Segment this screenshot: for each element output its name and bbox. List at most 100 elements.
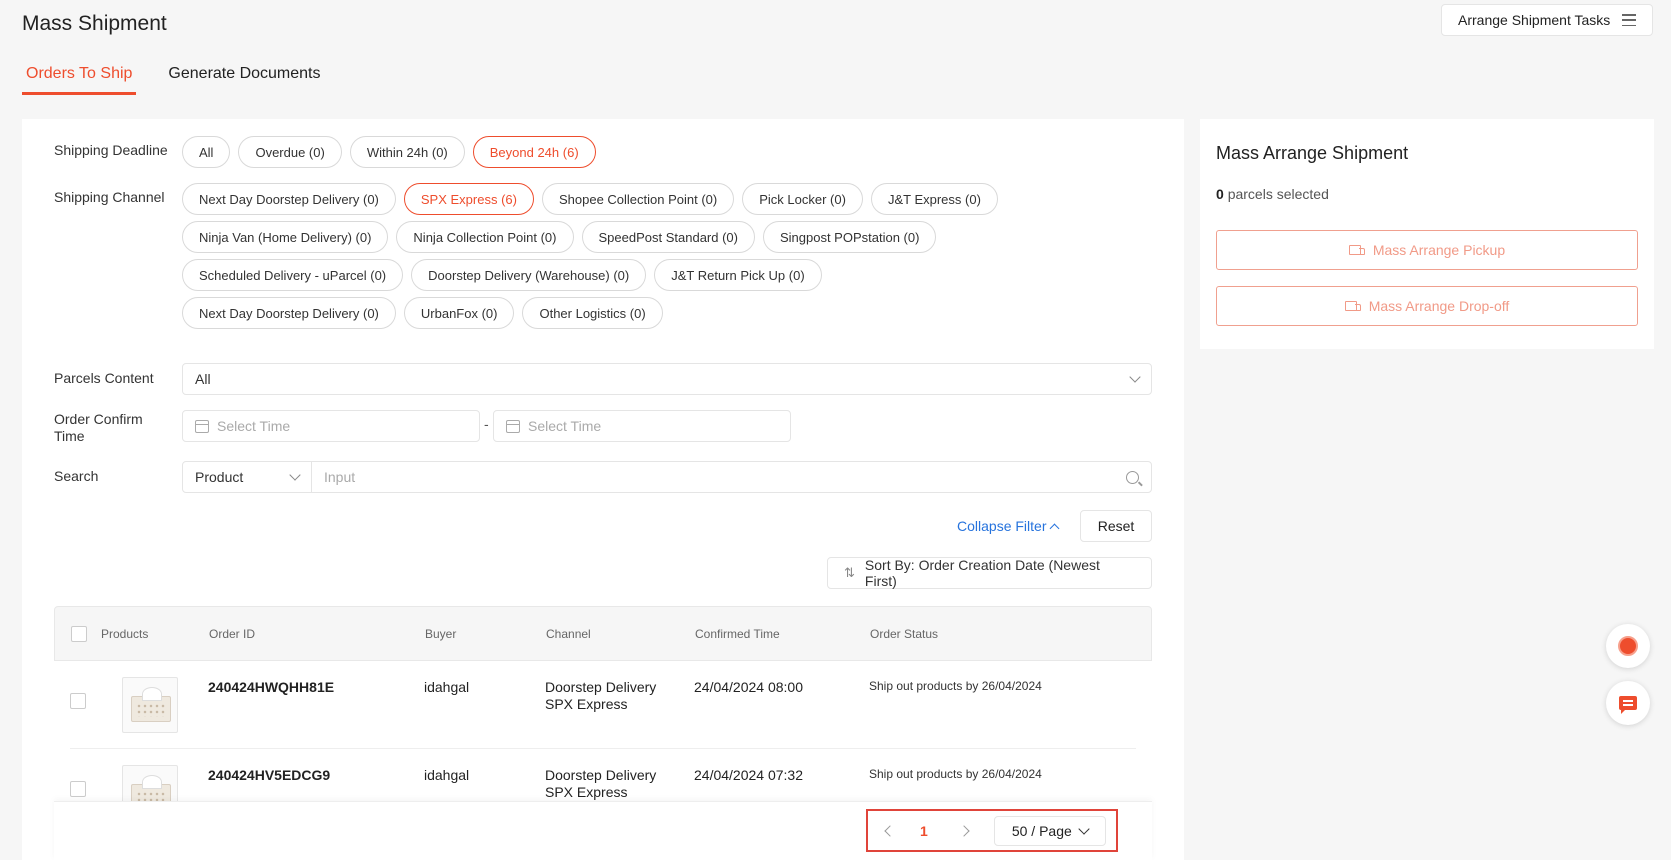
chatbot-icon bbox=[1618, 636, 1638, 656]
select-all-checkbox[interactable] bbox=[71, 626, 87, 642]
header-order-status: Order Status bbox=[870, 627, 939, 641]
order-id[interactable]: 240424HV5EDCG9 bbox=[208, 767, 330, 783]
channel-line2: SPX Express bbox=[545, 696, 628, 712]
truck-icon bbox=[1344, 300, 1361, 312]
tab-orders-to-ship[interactable]: Orders To Ship bbox=[22, 56, 137, 95]
channel-chip[interactable]: Other Logistics (0) bbox=[522, 297, 663, 329]
time-range-separator: - bbox=[484, 416, 489, 432]
page-title: Mass Shipment bbox=[22, 12, 167, 35]
chevron-up-icon bbox=[1050, 523, 1060, 533]
chevron-down-icon bbox=[289, 469, 301, 481]
order-confirm-time-label: Order Confirm Time bbox=[54, 411, 143, 444]
filter-and-orders-panel: Shipping Deadline All Overdue (0) Within… bbox=[22, 119, 1184, 860]
mass-arrange-title: Mass Arrange Shipment bbox=[1216, 143, 1409, 163]
search-label: Search bbox=[54, 468, 99, 484]
table-row[interactable]: 240424HWQHH81E idahgal Doorstep Delivery… bbox=[70, 661, 1136, 749]
channel-chip[interactable]: Pick Locker (0) bbox=[742, 183, 863, 215]
sort-icon: ⇅ bbox=[844, 565, 855, 580]
channel-chip[interactable]: Scheduled Delivery - uParcel (0) bbox=[182, 259, 404, 291]
shipping-channel-label: Shipping Channel bbox=[54, 189, 165, 205]
selected-count-value: 0 bbox=[1216, 186, 1224, 202]
search-type-select[interactable]: Product bbox=[182, 461, 312, 493]
order-status: Ship out products by 26/04/2024 bbox=[869, 767, 1042, 781]
chat-button[interactable] bbox=[1606, 681, 1650, 725]
order-status: Ship out products by 26/04/2024 bbox=[869, 679, 1042, 693]
per-page-select[interactable]: 50 / Page bbox=[993, 815, 1106, 846]
chevron-down-icon bbox=[1078, 822, 1090, 835]
header-order-id: Order ID bbox=[209, 627, 256, 641]
mass-arrange-pickup-button[interactable]: Mass Arrange Pickup bbox=[1216, 230, 1638, 270]
per-page-value: 50 / Page bbox=[1011, 822, 1072, 839]
menu-icon bbox=[1622, 14, 1636, 26]
deadline-chip-beyond-24h[interactable]: Beyond 24h (6) bbox=[472, 136, 596, 168]
tab-generate-documents[interactable]: Generate Documents bbox=[164, 56, 324, 95]
tab-bar: Orders To Ship Generate Documents bbox=[22, 56, 353, 95]
page-number-current[interactable]: 1 bbox=[920, 823, 928, 839]
pagination: 1 50 / Page bbox=[866, 809, 1118, 852]
header-products: Products bbox=[101, 627, 149, 641]
search-input[interactable]: Input bbox=[311, 461, 1152, 493]
tasks-button-label: Arrange Shipment Tasks bbox=[1458, 12, 1611, 28]
header-buyer: Buyer bbox=[425, 627, 457, 641]
channel-line1: Doorstep Delivery bbox=[545, 679, 657, 695]
header-confirmed-time: Confirmed Time bbox=[695, 627, 780, 641]
channel-chip[interactable]: Ninja Van (Home Delivery) (0) bbox=[182, 221, 389, 253]
channel-line2: SPX Express bbox=[545, 784, 628, 800]
shipping-deadline-label: Shipping Deadline bbox=[54, 142, 168, 158]
pagination-bar: 1 50 / Page bbox=[54, 801, 1152, 860]
channel-line1: Doorstep Delivery bbox=[545, 767, 657, 783]
truck-icon bbox=[1348, 244, 1365, 256]
header-channel: Channel bbox=[546, 627, 591, 641]
pickup-button-label: Mass Arrange Pickup bbox=[1372, 242, 1506, 258]
reset-button[interactable]: Reset bbox=[1080, 510, 1152, 542]
calendar-icon bbox=[195, 419, 209, 433]
parcels-content-label: Parcels Content bbox=[54, 370, 154, 386]
arrange-shipment-tasks-button[interactable]: Arrange Shipment Tasks bbox=[1441, 4, 1653, 36]
search-icon[interactable] bbox=[1126, 470, 1139, 484]
deadline-chip-group: All Overdue (0) Within 24h (0) Beyond 24… bbox=[182, 136, 1042, 168]
channel-chip[interactable]: J&T Express (0) bbox=[870, 183, 998, 215]
row-checkbox[interactable] bbox=[70, 693, 86, 709]
channel-chip-spx-express[interactable]: SPX Express (6) bbox=[403, 183, 534, 215]
selected-count-suffix: parcels selected bbox=[1227, 186, 1329, 202]
dropoff-button-label: Mass Arrange Drop-off bbox=[1368, 298, 1510, 314]
chevron-right-icon[interactable] bbox=[958, 824, 970, 837]
parcels-selected-count: 0 parcels selected bbox=[1216, 186, 1329, 202]
confirmed-time: 24/04/2024 07:32 bbox=[694, 767, 803, 783]
channel-chip[interactable]: Singpost POPstation (0) bbox=[762, 221, 937, 253]
chatbot-button[interactable] bbox=[1606, 624, 1650, 668]
deadline-chip-all[interactable]: All bbox=[182, 136, 231, 168]
calendar-icon bbox=[506, 419, 520, 433]
start-time-input[interactable]: Select Time bbox=[182, 410, 480, 442]
parcels-content-select[interactable]: All bbox=[182, 363, 1152, 395]
parcels-content-value: All bbox=[195, 371, 211, 387]
channel-chip[interactable]: UrbanFox (0) bbox=[403, 297, 515, 329]
end-time-input[interactable]: Select Time bbox=[493, 410, 791, 442]
search-type-value: Product bbox=[195, 469, 244, 485]
collapse-filter-label: Collapse Filter bbox=[957, 518, 1047, 534]
chevron-down-icon bbox=[1129, 371, 1141, 383]
channel-chip[interactable]: SpeedPost Standard (0) bbox=[581, 221, 755, 253]
deadline-chip-overdue[interactable]: Overdue (0) bbox=[238, 136, 342, 168]
chat-icon bbox=[1619, 696, 1637, 714]
mass-arrange-dropoff-button[interactable]: Mass Arrange Drop-off bbox=[1216, 286, 1638, 326]
buyer-name: idahgal bbox=[424, 767, 470, 783]
table-header: Products Order ID Buyer Channel Confirme… bbox=[54, 606, 1152, 661]
order-id[interactable]: 240424HWQHH81E bbox=[208, 679, 334, 695]
sort-button[interactable]: ⇅ Sort By: Order Creation Date (Newest F… bbox=[827, 557, 1152, 589]
channel-chip[interactable]: Doorstep Delivery (Warehouse) (0) bbox=[411, 259, 647, 291]
channel-chip[interactable]: Shopee Collection Point (0) bbox=[541, 183, 735, 215]
channel-chip[interactable]: Next Day Doorstep Delivery (0) bbox=[182, 183, 396, 215]
sort-label: Sort By: Order Creation Date (Newest Fir… bbox=[864, 557, 1100, 589]
collapse-filter-link[interactable]: Collapse Filter bbox=[957, 518, 1060, 534]
mass-arrange-panel: Mass Arrange Shipment 0 parcels selected… bbox=[1200, 119, 1654, 349]
confirmed-time: 24/04/2024 08:00 bbox=[694, 679, 803, 695]
product-thumbnail bbox=[122, 677, 178, 733]
row-checkbox[interactable] bbox=[70, 781, 86, 797]
channel-chip[interactable]: Ninja Collection Point (0) bbox=[396, 221, 574, 253]
channel-chip[interactable]: Next Day Doorstep Delivery (0) bbox=[182, 297, 396, 329]
end-time-placeholder: Select Time bbox=[528, 418, 602, 434]
deadline-chip-within-24h[interactable]: Within 24h (0) bbox=[349, 136, 465, 168]
channel-chip[interactable]: J&T Return Pick Up (0) bbox=[654, 259, 822, 291]
chevron-left-icon[interactable] bbox=[884, 824, 896, 837]
